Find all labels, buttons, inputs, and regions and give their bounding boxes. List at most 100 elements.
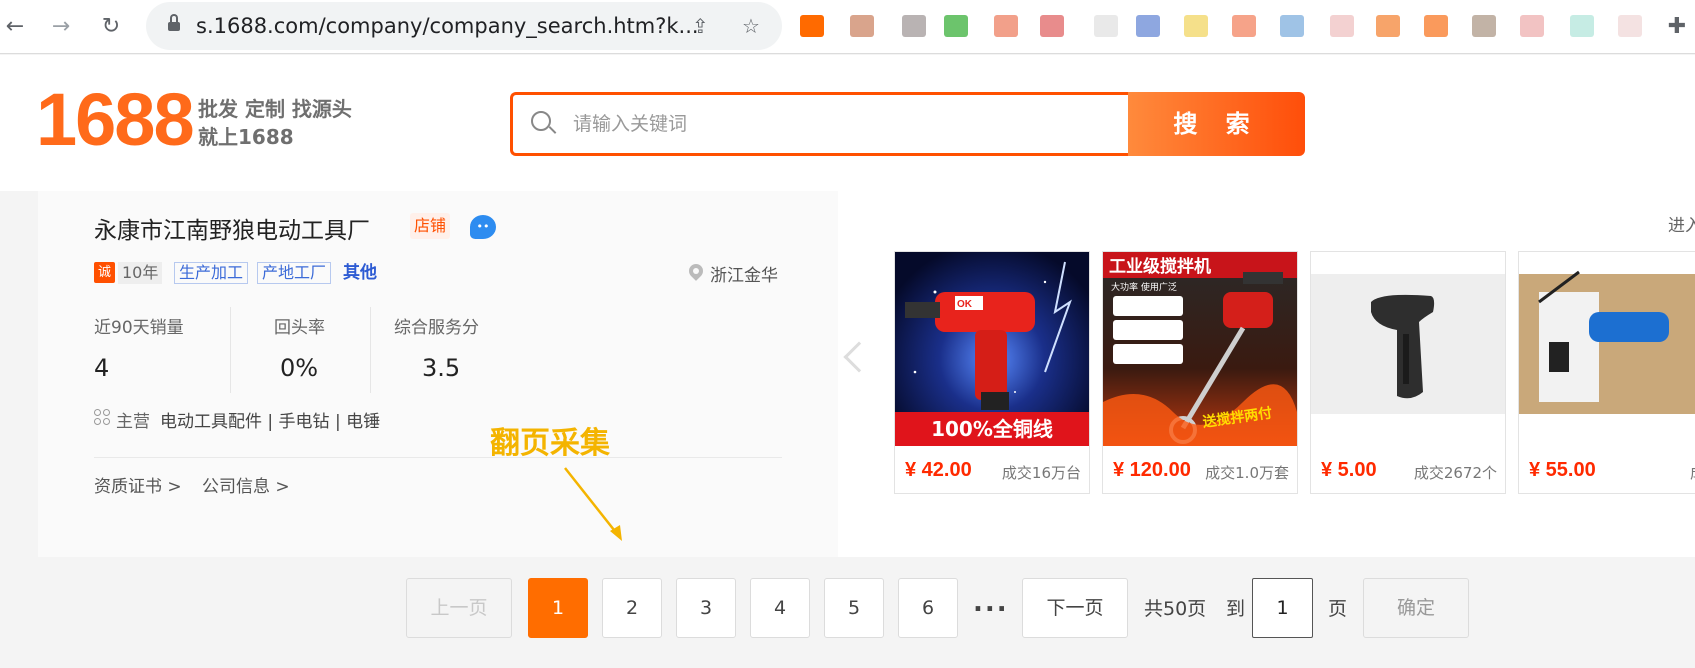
main-business-label: 主营: [116, 412, 150, 432]
product-card[interactable]: ¥ 55.00 成: [1518, 251, 1695, 494]
product-sold: 成交2672个: [1413, 464, 1497, 482]
product-image[interactable]: [1311, 252, 1505, 446]
search-box[interactable]: [510, 92, 1130, 156]
product-brand-text: OK: [957, 299, 973, 310]
company-location: 浙江金华: [710, 266, 778, 286]
bookmark-star-icon[interactable]: ☆: [742, 14, 760, 38]
product-image[interactable]: 工业级搅拌机 大功率 使用广泛 送搅拌两付: [1103, 252, 1297, 446]
forward-icon[interactable]: →: [46, 12, 76, 42]
search-button[interactable]: 搜 索: [1128, 92, 1305, 156]
slogan-line-1: 批发 定制 找源头: [198, 97, 352, 121]
bookmark-icon[interactable]: [1520, 15, 1544, 37]
membership-years: 10年: [118, 262, 163, 284]
divider: [370, 307, 371, 393]
product-price: ¥ 55.00: [1529, 459, 1596, 481]
stat-label-sales: 近90天销量: [94, 318, 184, 338]
pagination-ellipsis: ...: [973, 588, 1009, 618]
bookmark-icon[interactable]: [1040, 15, 1064, 37]
page-button-5[interactable]: 5: [824, 578, 884, 638]
page-unit-label: 页: [1328, 598, 1348, 620]
bookmark-icon[interactable]: [1136, 15, 1160, 37]
product-card[interactable]: OK 100%全铜线 ¥ 42.00 成交16万台: [894, 251, 1090, 494]
product-sub-text: 大功率 使用广泛: [1111, 281, 1177, 293]
product-price: ¥ 42.00: [905, 459, 972, 481]
prev-page-button[interactable]: 上一页: [406, 578, 512, 638]
goto-label: 到: [1226, 598, 1246, 620]
product-card[interactable]: ¥ 5.00 成交2672个: [1310, 251, 1506, 494]
stat-value-repurchase: 0%: [280, 354, 319, 382]
bookmark-icon[interactable]: [994, 15, 1018, 37]
bookmark-icon[interactable]: [1618, 15, 1642, 37]
browser-toolbar: ← → ↻ s.1688.com/company/company_search.…: [0, 0, 1695, 54]
bookmark-icon[interactable]: [1570, 15, 1594, 37]
carousel-prev-icon[interactable]: [843, 341, 875, 373]
bookmark-icon[interactable]: [944, 15, 968, 37]
extension-1688-icon[interactable]: [800, 15, 824, 37]
product-image[interactable]: [1519, 252, 1695, 446]
next-page-button[interactable]: 下一页: [1022, 578, 1128, 638]
bookmark-icon[interactable]: [1280, 15, 1304, 37]
back-icon[interactable]: ←: [0, 12, 30, 42]
company-card: 永康市江南野狼电动工具厂 店铺 •• 诚 10年 生产加工 产地工厂 其他 浙江…: [38, 191, 838, 557]
product-sold: 成交16万台: [1001, 464, 1081, 482]
bookmark-icon[interactable]: [1424, 15, 1448, 37]
page-button-2[interactable]: 2: [602, 578, 662, 638]
company-name[interactable]: 永康市江南野狼电动工具厂: [94, 211, 370, 245]
business-tag: 生产加工: [174, 262, 249, 284]
url-text[interactable]: s.1688.com/company/company_search.htm?k.…: [196, 14, 699, 38]
company-info-link[interactable]: 公司信息 >: [202, 472, 290, 497]
chengxintong-badge: 诚: [94, 262, 115, 283]
bookmark-icon[interactable]: [850, 15, 874, 37]
product-price: ¥ 5.00: [1321, 459, 1377, 481]
stat-label-service: 综合服务分: [394, 318, 479, 338]
bookmark-icon[interactable]: [1376, 15, 1400, 37]
bookmark-icon[interactable]: [1184, 15, 1208, 37]
business-tag: 产地工厂: [257, 262, 332, 284]
page-button-6[interactable]: 6: [898, 578, 958, 638]
site-logo[interactable]: 1688: [36, 77, 195, 162]
share-icon[interactable]: ⇪: [692, 14, 709, 38]
main-business-items: 电动工具配件 | 手电钻 | 电锤: [160, 412, 381, 432]
page-button-1[interactable]: 1: [528, 578, 588, 638]
location-pin-icon: [686, 261, 706, 282]
shop-tag[interactable]: 店铺: [410, 213, 451, 239]
page-button-3[interactable]: 3: [676, 578, 736, 638]
bookmark-icon[interactable]: [902, 15, 926, 37]
product-price: ¥ 120.00: [1113, 459, 1191, 481]
annotation-arrow-icon: [564, 467, 622, 541]
wangwang-chat-icon[interactable]: ••: [470, 215, 496, 239]
bookmark-icon[interactable]: [1472, 15, 1496, 37]
extensions-puzzle-icon[interactable]: ✚: [1662, 12, 1692, 42]
goto-page-input[interactable]: [1252, 578, 1313, 638]
bookmark-icon[interactable]: [1330, 15, 1354, 37]
stat-value-sales: 4: [94, 354, 110, 382]
slogan-line-2: 就上1688: [198, 125, 294, 149]
other-link[interactable]: 其他: [343, 262, 377, 284]
certificates-link[interactable]: 资质证书 >: [94, 472, 182, 497]
lock-icon[interactable]: [168, 14, 180, 31]
product-image[interactable]: OK 100%全铜线: [895, 252, 1089, 446]
bookmark-icon[interactable]: [1094, 15, 1118, 37]
search-input[interactable]: [573, 95, 1113, 153]
stat-value-service: 3.5: [422, 354, 461, 382]
product-banner-text: 工业级搅拌机: [1109, 256, 1211, 277]
product-card[interactable]: 工业级搅拌机 大功率 使用广泛 送搅拌两付 ¥ 120.00 成交1.0万套: [1102, 251, 1298, 494]
site-header: 1688 批发 定制 找源头 就上1688 搜 索: [0, 55, 1695, 191]
divider: [230, 307, 231, 393]
page-button-4[interactable]: 4: [750, 578, 810, 638]
enter-shop-link[interactable]: 进入: [1668, 211, 1695, 236]
reload-icon[interactable]: ↻: [96, 12, 126, 42]
divider: [94, 457, 782, 458]
bookmark-icon[interactable]: [1232, 15, 1256, 37]
product-sold: 成: [1690, 462, 1695, 483]
search-icon: [531, 111, 557, 135]
main-business-icon: [94, 409, 112, 427]
slogan: 批发 定制 找源头 就上1688: [198, 95, 352, 151]
confirm-button[interactable]: 确定: [1363, 578, 1469, 638]
product-carousel: 进入 OK 100%全铜线 ¥ 42.00 成交16万台 工业级搅拌机 大功率 …: [838, 191, 1695, 557]
address-bar[interactable]: s.1688.com/company/company_search.htm?k.…: [146, 2, 782, 50]
product-banner-text: 100%全铜线: [931, 417, 1053, 441]
annotation-text: 翻页采集: [490, 426, 610, 461]
product-sold: 成交1.0万套: [1205, 464, 1289, 482]
total-pages: 共50页: [1144, 598, 1207, 620]
